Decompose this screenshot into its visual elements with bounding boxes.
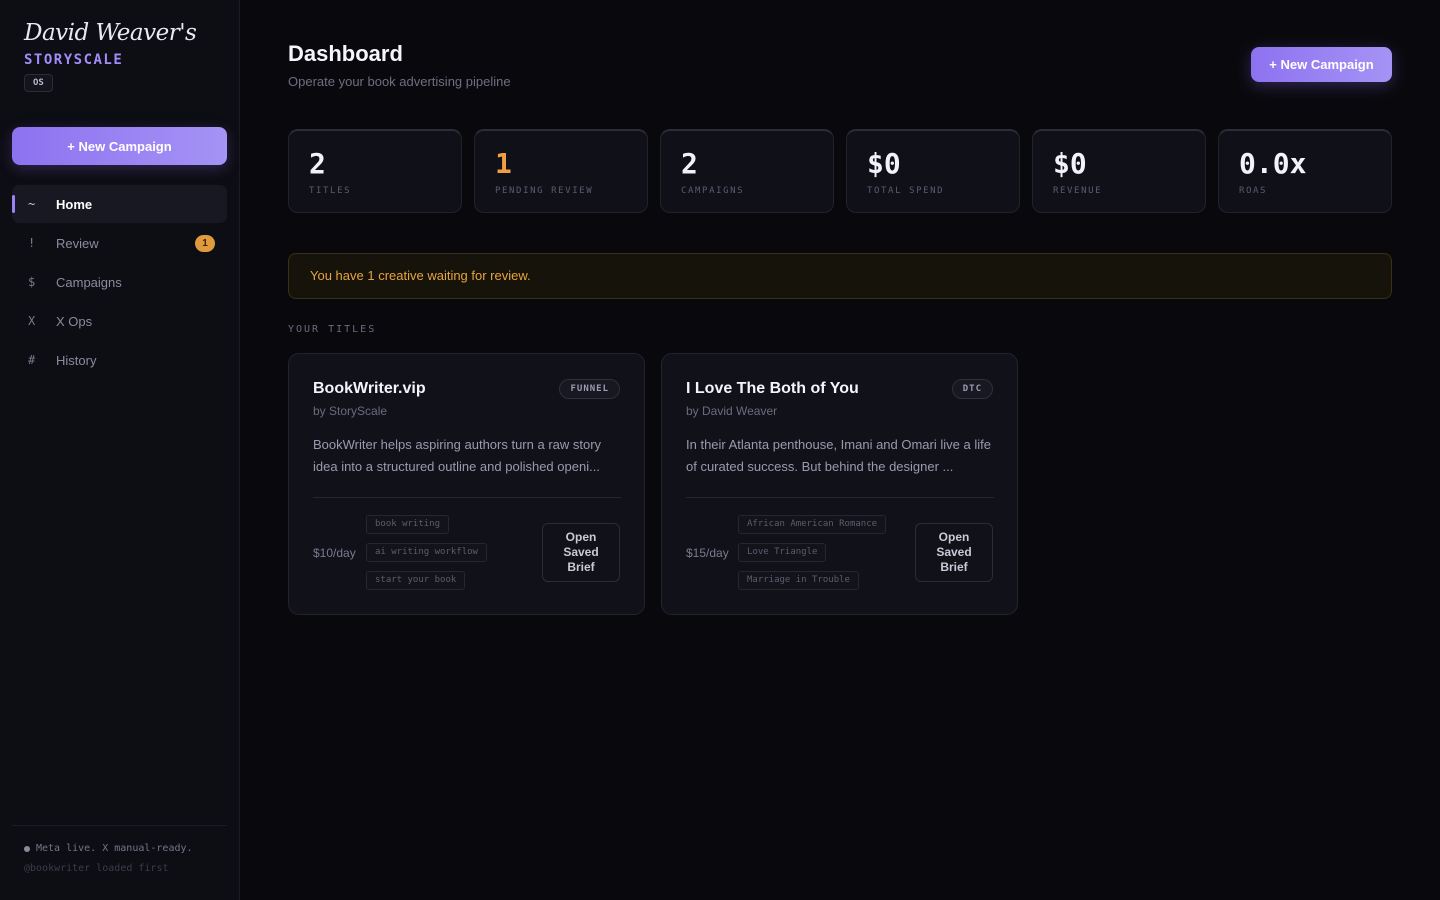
sidebar-item-history[interactable]: # History	[12, 341, 227, 379]
stat-value: 0.0x	[1239, 147, 1307, 180]
stat-label: CAMPAIGNS	[681, 186, 745, 196]
review-count-badge: 1	[195, 235, 215, 252]
review-alert-banner[interactable]: You have 1 creative waiting for review.	[288, 253, 1392, 299]
stat-card-roas: 0.0x ROAS	[1218, 129, 1392, 213]
card-description: In their Atlanta penthouse, Imani and Om…	[686, 437, 991, 474]
dollar-icon: $	[28, 275, 36, 289]
stat-label: REVENUE	[1053, 186, 1103, 196]
card-title: BookWriter.vip	[313, 380, 426, 397]
status-subtext: @bookwriter loaded first	[24, 863, 169, 874]
keyword-list: book writing ai writing workflow start y…	[366, 515, 487, 590]
sidebar-item-label: Review	[56, 235, 99, 251]
brand-script: David Weaver's	[24, 20, 197, 46]
sidebar-footer: Meta live. X manual-ready. @bookwriter l…	[12, 825, 227, 874]
x-icon: X	[28, 314, 36, 328]
keyword-chip: book writing	[366, 515, 450, 534]
stat-value: $0	[1053, 147, 1087, 180]
stat-card-titles: 2 TITLES	[288, 129, 462, 213]
keyword-chip: Marriage in Trouble	[738, 571, 859, 590]
exclamation-icon: !	[28, 236, 36, 250]
sidebar-new-campaign-button[interactable]: + New Campaign	[12, 127, 227, 165]
sidebar-item-label: Home	[56, 196, 93, 212]
card-budget: $10/day	[313, 546, 356, 560]
stat-label: ROAS	[1239, 186, 1268, 196]
hash-icon: #	[28, 353, 36, 367]
card-type-tag: DTC	[951, 379, 993, 399]
status-text: Meta live. X manual-ready.	[36, 843, 193, 854]
keyword-chip: ai writing workflow	[366, 543, 487, 562]
stat-label: PENDING REVIEW	[495, 186, 594, 196]
stat-card-pending-review: 1 PENDING REVIEW	[474, 129, 648, 213]
stat-label: TITLES	[309, 186, 352, 196]
header-new-campaign-button[interactable]: + New Campaign	[1251, 47, 1392, 82]
stat-value: 2	[681, 147, 698, 180]
stat-card-total-spend: $0 TOTAL SPEND	[846, 129, 1020, 213]
sidebar-item-label: X Ops	[56, 313, 93, 329]
page-subtitle: Operate your book advertising pipeline	[288, 74, 511, 89]
sidebar-item-label: History	[56, 352, 97, 368]
stat-card-campaigns: 2 CAMPAIGNS	[660, 129, 834, 213]
keyword-list: African American Romance Love Triangle M…	[738, 515, 887, 590]
status-line: Meta live. X manual-ready.	[24, 843, 227, 854]
sidebar-item-x-ops[interactable]: X X Ops	[12, 302, 227, 340]
card-budget: $15/day	[686, 546, 729, 560]
brand-os-badge: OS	[24, 74, 53, 92]
keyword-chip: African American Romance	[738, 515, 887, 534]
card-title: I Love The Both of You	[686, 380, 859, 397]
sidebar-nav: ~ Home ! Review 1 $ Campaigns X X Ops # …	[12, 185, 227, 380]
stats-row: 2 TITLES 1 PENDING REVIEW 2 CAMPAIGNS $0…	[288, 129, 1392, 213]
brand-logo[interactable]: David Weaver's STORYSCALE OS	[24, 18, 197, 92]
card-type-tag: FUNNEL	[559, 379, 620, 399]
stat-card-revenue: $0 REVENUE	[1032, 129, 1206, 213]
brand-name: STORYSCALE	[24, 52, 124, 68]
stat-value: $0	[867, 147, 901, 180]
card-author: by David Weaver	[686, 404, 778, 418]
keyword-chip: start your book	[366, 571, 466, 590]
sidebar-item-home[interactable]: ~ Home	[12, 185, 227, 223]
card-divider	[686, 497, 994, 498]
stat-label: TOTAL SPEND	[867, 186, 945, 196]
title-card[interactable]: I Love The Both of You DTC by David Weav…	[661, 353, 1018, 615]
stat-value: 1	[495, 147, 512, 180]
card-author: by StoryScale	[313, 404, 388, 418]
status-dot-icon	[24, 845, 30, 852]
sidebar-item-review[interactable]: ! Review 1	[12, 224, 227, 262]
title-cards: BookWriter.vip FUNNEL by StoryScale Book…	[288, 353, 1018, 615]
page-title: Dashboard	[288, 41, 403, 66]
sidebar: David Weaver's STORYSCALE OS + New Campa…	[0, 0, 240, 900]
card-divider	[313, 497, 621, 498]
sidebar-item-label: Campaigns	[56, 274, 122, 290]
section-label-your-titles: YOUR TITLES	[288, 324, 377, 335]
stat-value: 2	[309, 147, 326, 180]
open-saved-brief-button[interactable]: Open Saved Brief	[915, 523, 993, 582]
sidebar-item-campaigns[interactable]: $ Campaigns	[12, 263, 227, 301]
title-card[interactable]: BookWriter.vip FUNNEL by StoryScale Book…	[288, 353, 645, 615]
keyword-chip: Love Triangle	[738, 543, 827, 562]
card-description: BookWriter helps aspiring authors turn a…	[313, 437, 602, 474]
tilde-icon: ~	[28, 197, 36, 211]
open-saved-brief-button[interactable]: Open Saved Brief	[542, 523, 620, 582]
